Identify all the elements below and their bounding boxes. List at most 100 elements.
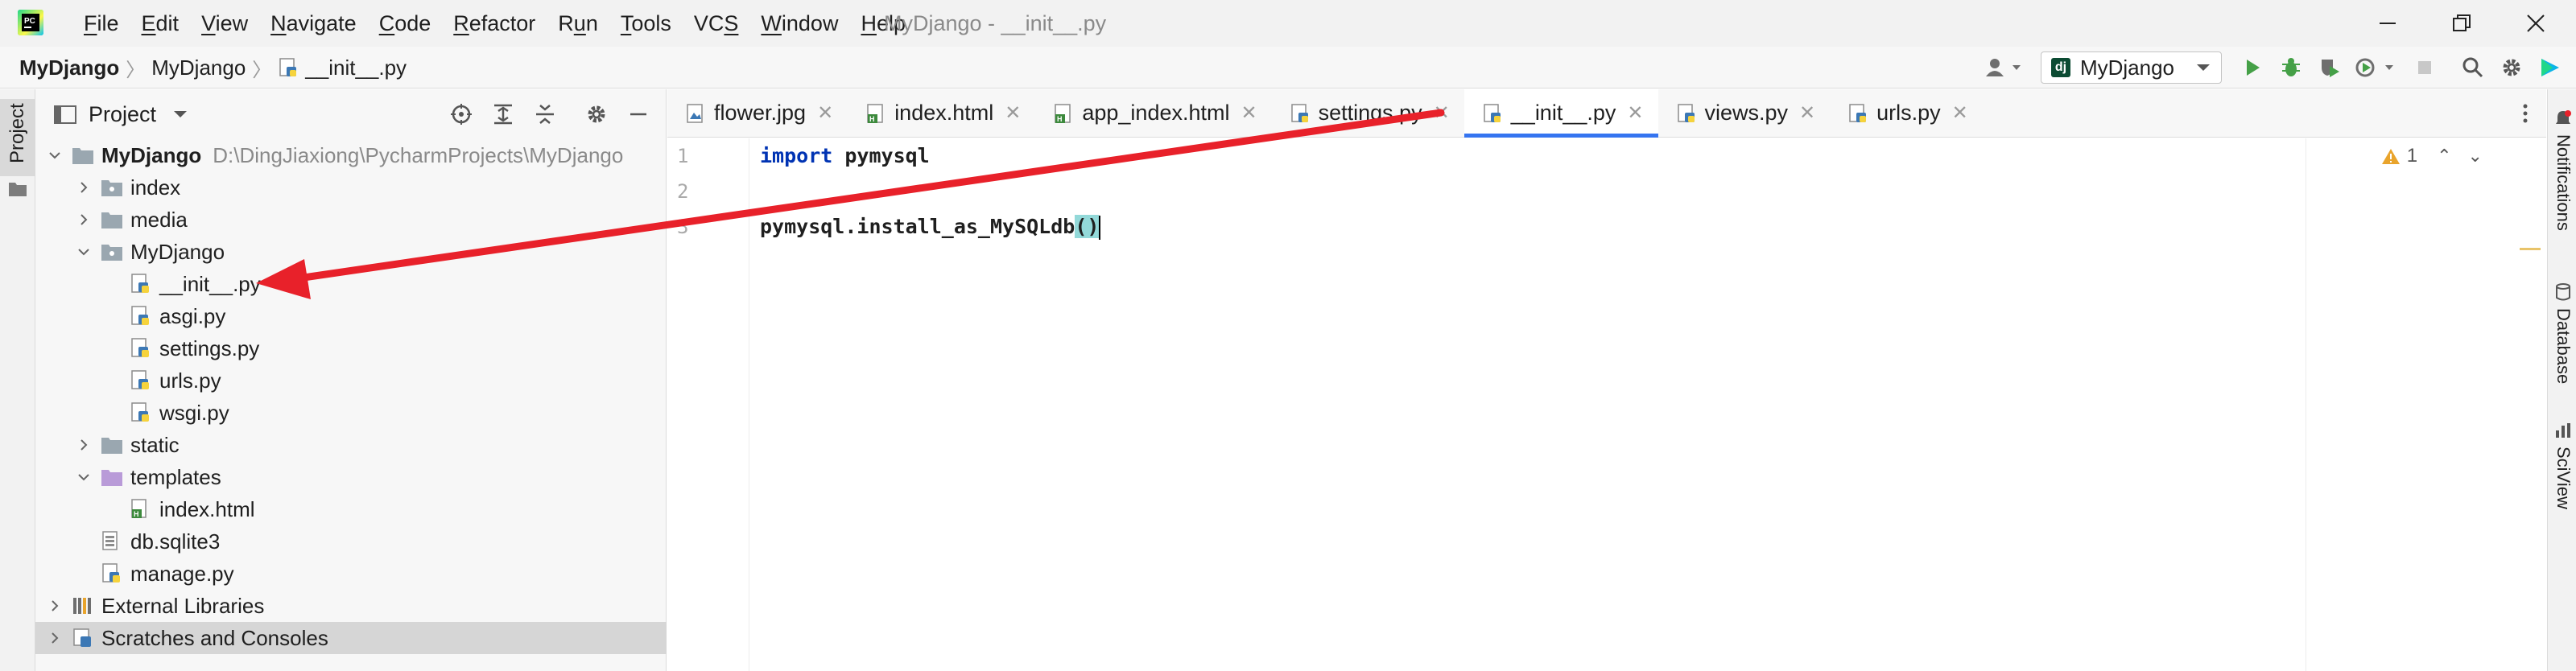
breadcrumb-package[interactable]: MyDjango bbox=[151, 56, 246, 80]
menu-vcs[interactable]: VCS bbox=[683, 0, 750, 47]
tree-item-folder[interactable]: media bbox=[35, 204, 667, 236]
breadcrumb-file[interactable]: __init__.py bbox=[278, 56, 407, 80]
python-file-icon bbox=[1290, 103, 1308, 122]
tab-options-button[interactable] bbox=[2504, 89, 2546, 138]
breadcrumb-project[interactable]: MyDjango bbox=[19, 56, 119, 80]
collapse-all-button[interactable] bbox=[524, 97, 566, 132]
menu-code[interactable]: Code bbox=[368, 0, 443, 47]
run-button[interactable] bbox=[2235, 50, 2270, 85]
minimize-button[interactable] bbox=[2351, 0, 2425, 47]
tab-urls-py[interactable]: urls.py ✕ bbox=[1830, 89, 1983, 137]
select-opened-file-button[interactable] bbox=[440, 97, 482, 132]
sciview-tool-button[interactable]: SciView bbox=[2551, 421, 2575, 509]
chevron-right-icon bbox=[80, 439, 88, 451]
coverage-icon bbox=[2322, 60, 2339, 77]
stop-button[interactable] bbox=[2407, 50, 2442, 85]
database-icon bbox=[2556, 283, 2570, 301]
django-icon: dj bbox=[2050, 58, 2070, 77]
restore-button[interactable] bbox=[2425, 0, 2499, 47]
editor-tabs: flower.jpg ✕ H index.html ✕ H app_index.… bbox=[667, 89, 2546, 138]
search-everywhere-button[interactable] bbox=[2455, 50, 2491, 85]
matched-paren: ) bbox=[1087, 215, 1100, 238]
chevron-right-icon bbox=[52, 600, 59, 611]
tree-item-file[interactable]: manage.py bbox=[35, 558, 667, 590]
tree-item-file[interactable]: __init__.py bbox=[35, 268, 667, 300]
tab-settings-py[interactable]: settings.py ✕ bbox=[1272, 89, 1464, 137]
settings-button[interactable] bbox=[2494, 50, 2529, 85]
menu-tools[interactable]: Tools bbox=[609, 0, 683, 47]
project-tool-button[interactable]: Project bbox=[0, 99, 35, 196]
project-view-icon bbox=[54, 105, 76, 124]
text-caret bbox=[1099, 216, 1101, 240]
prev-next-highlight-arrows[interactable]: ⌃⌄ bbox=[2437, 146, 2499, 167]
account-button[interactable] bbox=[1976, 50, 2033, 85]
svg-text:H: H bbox=[134, 510, 139, 518]
tab-views-py[interactable]: views.py ✕ bbox=[1658, 89, 1831, 137]
tree-item-file[interactable]: settings.py bbox=[35, 332, 667, 364]
expand-all-button[interactable] bbox=[482, 97, 524, 132]
menu-run[interactable]: Run bbox=[547, 0, 609, 47]
tree-item-root[interactable]: MyDjango D:\DingJiaxiong\PycharmProjects… bbox=[35, 139, 667, 171]
python-file-icon bbox=[131, 338, 149, 357]
chevron-down-icon bbox=[78, 249, 89, 256]
database-tool-button[interactable]: Database bbox=[2551, 282, 2575, 384]
html-file-icon: H bbox=[1055, 103, 1071, 123]
tab-close-icon[interactable]: ✕ bbox=[1952, 101, 1968, 125]
python-file-icon bbox=[102, 563, 120, 582]
panel-options-button[interactable] bbox=[576, 97, 617, 132]
search-icon bbox=[2462, 57, 2483, 78]
warning-icon bbox=[2381, 149, 2400, 164]
coverage-button[interactable] bbox=[2312, 50, 2347, 85]
tree-item-folder[interactable]: templates bbox=[35, 461, 667, 493]
sciview-icon bbox=[2556, 423, 2570, 438]
run-configuration-select[interactable]: dj MyDjango bbox=[2040, 51, 2222, 84]
notifications-tool-button[interactable]: Notifications bbox=[2551, 109, 2575, 231]
tree-item-file[interactable]: H index.html bbox=[35, 493, 667, 525]
menu-file[interactable]: File bbox=[72, 0, 130, 47]
python-file-icon bbox=[1677, 103, 1695, 122]
tab-index-html[interactable]: H index.html ✕ bbox=[848, 89, 1035, 137]
tab-close-icon[interactable]: ✕ bbox=[1434, 101, 1450, 125]
tree-item-external-libraries[interactable]: External Libraries bbox=[35, 590, 667, 622]
tab-close-icon[interactable]: ✕ bbox=[1241, 101, 1257, 125]
project-panel-title[interactable]: Project bbox=[89, 102, 156, 127]
hide-panel-button[interactable] bbox=[617, 97, 659, 132]
tree-item-scratches[interactable]: Scratches and Consoles bbox=[35, 622, 667, 654]
code-line-1[interactable]: import pymysql bbox=[760, 138, 930, 174]
warning-stripe-marker[interactable] bbox=[2520, 248, 2541, 250]
profile-button[interactable] bbox=[2351, 50, 2404, 85]
close-window-button[interactable] bbox=[2499, 0, 2573, 47]
tab-close-icon[interactable]: ✕ bbox=[1627, 101, 1643, 125]
tab-close-icon[interactable]: ✕ bbox=[817, 101, 833, 125]
code-line-3[interactable]: pymysql.install_as_MySQLdb() bbox=[760, 209, 1101, 245]
target-icon bbox=[451, 104, 472, 125]
tree-item-file[interactable]: urls.py bbox=[35, 364, 667, 397]
tab-close-icon[interactable]: ✕ bbox=[1799, 101, 1815, 125]
menu-refactor[interactable]: Refactor bbox=[442, 0, 547, 47]
tree-item-file[interactable]: asgi.py bbox=[35, 300, 667, 332]
bug-icon bbox=[2282, 58, 2300, 76]
menu-edit[interactable]: Edit bbox=[130, 0, 191, 47]
tree-item-folder[interactable]: MyDjango bbox=[35, 236, 667, 268]
menu-view[interactable]: View bbox=[190, 0, 259, 47]
database-file-icon bbox=[102, 531, 118, 550]
window-title: MyDjango - __init__.py bbox=[884, 11, 1107, 35]
svg-text:PC: PC bbox=[24, 17, 35, 26]
chevron-down-icon[interactable] bbox=[172, 109, 188, 119]
tab-init-py[interactable]: __init__.py ✕ bbox=[1463, 89, 1658, 138]
ide-logo-button[interactable] bbox=[2533, 50, 2568, 85]
tree-item-file[interactable]: db.sqlite3 bbox=[35, 525, 667, 558]
debug-button[interactable] bbox=[2273, 50, 2309, 85]
tab-close-icon[interactable]: ✕ bbox=[1005, 101, 1021, 125]
tree-item-folder[interactable]: static bbox=[35, 429, 667, 461]
inspections-widget[interactable]: 1 ⌃⌄ bbox=[2381, 145, 2499, 167]
menu-navigate[interactable]: Navigate bbox=[259, 0, 368, 47]
tab-app-index-html[interactable]: H app_index.html ✕ bbox=[1035, 89, 1271, 137]
tree-item-folder[interactable]: index bbox=[35, 171, 667, 204]
tab-flower-jpg[interactable]: flower.jpg ✕ bbox=[667, 89, 848, 137]
breadcrumb: MyDjango 〉 MyDjango 〉 __init__.py bbox=[19, 47, 407, 89]
menu-window[interactable]: Window bbox=[749, 0, 849, 47]
tree-item-file[interactable]: wsgi.py bbox=[35, 397, 667, 429]
gear-icon bbox=[2503, 59, 2520, 76]
code-editor[interactable]: import pymysql pymysql.install_as_MySQLd… bbox=[750, 138, 2547, 671]
